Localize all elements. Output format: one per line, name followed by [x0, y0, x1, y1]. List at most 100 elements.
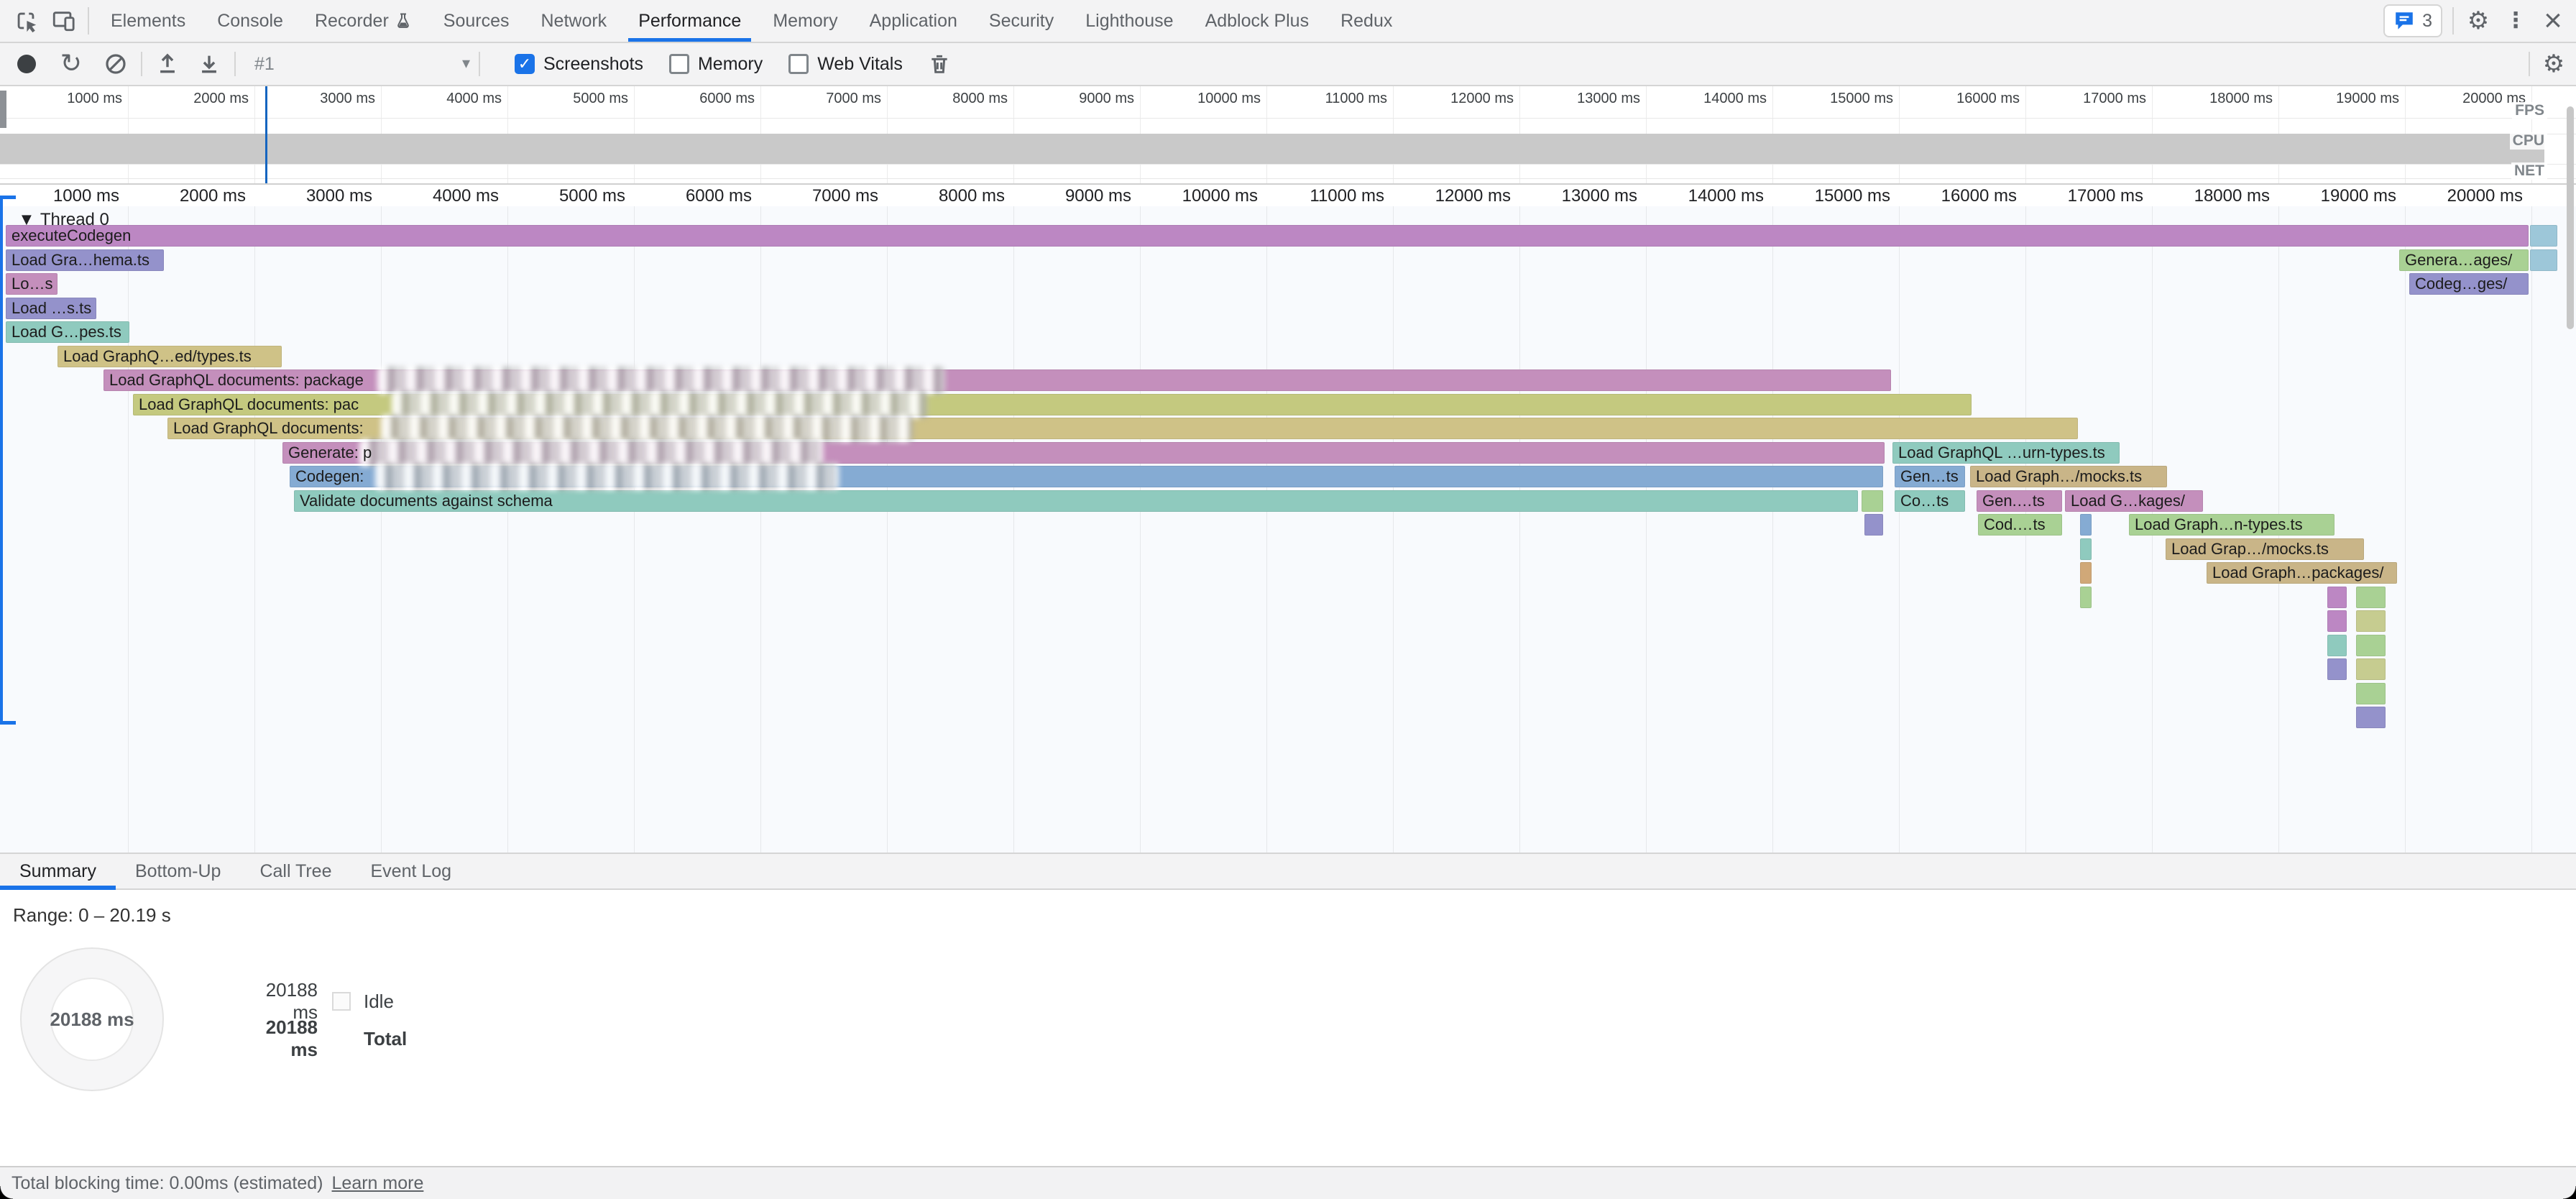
chevron-down-icon: ▾ [462, 56, 470, 72]
flame-bar-label: Load GraphQL documents: pac [139, 395, 359, 414]
flame-bar-label: Cod.…ts [1984, 515, 2046, 534]
checkbox-box-screenshots[interactable]: ✓ [515, 54, 535, 74]
flame-chart[interactable]: ▼ Thread 0 executeCodegenLoad Gra…hema.t… [0, 206, 2576, 853]
flame-gridline [1899, 206, 1900, 853]
record-button[interactable] [10, 47, 43, 81]
flame-bar-load-graphql-documents[interactable]: Load GraphQL documents: [167, 418, 2078, 439]
flame-bar-load-graph-mocks-ts[interactable]: Load Graph…/mocks.ts [1970, 466, 2167, 487]
flame-bar-load-gra-hema-ts[interactable]: Load Gra…hema.ts [6, 249, 164, 271]
flame-bar-label: executeCodegen [12, 226, 131, 245]
tab-console[interactable]: Console [201, 0, 299, 42]
flame-bar[interactable] [1864, 514, 1883, 536]
flame-bar[interactable] [2356, 707, 2386, 728]
flame-bar[interactable] [2356, 683, 2386, 704]
flame-bar[interactable] [2356, 587, 2386, 608]
flame-selection-bracket [0, 196, 3, 725]
tab-memory[interactable]: Memory [757, 0, 853, 42]
flame-bar-load-s-ts[interactable]: Load …s.ts [6, 298, 96, 319]
flame-bar-load-graphql-urn-types-ts[interactable]: Load GraphQL …urn-types.ts [1892, 442, 2120, 464]
checkbox-box-memory[interactable] [669, 54, 689, 74]
inspect-element-icon[interactable] [7, 0, 45, 42]
flame-bar-codegen[interactable]: Codegen: [290, 466, 1883, 487]
reload-and-record-icon[interactable]: ↻ [55, 47, 88, 81]
flame-bar[interactable] [2356, 635, 2386, 656]
flame-bar[interactable] [2356, 658, 2386, 680]
checkbox-memory[interactable]: Memory [669, 54, 763, 75]
flame-bar-validate-documents-against-schema[interactable]: Validate documents against schema [294, 490, 1858, 512]
tab-adblock-plus[interactable]: Adblock Plus [1190, 0, 1325, 42]
tab-label: Recorder [315, 11, 389, 32]
issues-counter[interactable]: 3 [2383, 4, 2442, 37]
overview-playhead[interactable] [265, 86, 267, 183]
tab-recorder[interactable]: Recorder [299, 0, 428, 42]
kebab-menu-icon[interactable]: ⋮ [2497, 0, 2534, 42]
detail-tab-summary[interactable]: Summary [0, 854, 116, 888]
flame-bar[interactable] [2080, 587, 2092, 608]
vertical-scrollbar-thumb[interactable] [2567, 106, 2574, 329]
flame-bar-load-grap-mocks-ts[interactable]: Load Grap…/mocks.ts [2166, 538, 2364, 560]
flame-bar-gen-ts[interactable]: Gen.…ts [1977, 490, 2062, 512]
flame-bar-load-graph-n-types-ts[interactable]: Load Graph…n-types.ts [2129, 514, 2334, 536]
flame-bar-label: Load Grap…/mocks.ts [2171, 540, 2329, 559]
flame-bar-load-graphq-ed-types-ts[interactable]: Load GraphQ…ed/types.ts [58, 346, 282, 367]
flame-bar[interactable] [2080, 514, 2092, 536]
tab-elements[interactable]: Elements [95, 0, 201, 42]
flame-bar-lo-s[interactable]: Lo…s [6, 273, 58, 295]
flame-bar-load-g-pes-ts[interactable]: Load G…pes.ts [6, 321, 129, 343]
toolbar-divider [88, 7, 89, 35]
flame-bar-load-graph-packages[interactable]: Load Graph…packages/ [2207, 562, 2397, 584]
flame-bar[interactable] [2327, 587, 2347, 608]
overview-window-grip[interactable] [0, 91, 6, 128]
garbage-collect-icon[interactable] [923, 47, 956, 81]
flame-bar-co-ts[interactable]: Co…ts [1895, 490, 1965, 512]
tab-label: Network [541, 11, 607, 32]
flame-bar-genera-ages[interactable]: Genera…ages/ [2399, 249, 2529, 271]
flame-bar[interactable] [2530, 225, 2557, 247]
flame-bar-generate-p[interactable]: Generate: p [282, 442, 1885, 464]
flame-bar-codeg-ges[interactable]: Codeg…ges/ [2409, 273, 2529, 295]
tab-network[interactable]: Network [525, 0, 623, 42]
close-devtools-icon[interactable]: × [2534, 0, 2572, 42]
capture-settings-gear-icon[interactable]: ⚙ [2537, 47, 2570, 81]
history-dropdown[interactable]: #1 ▾ [254, 54, 470, 75]
checkbox-screenshots[interactable]: ✓Screenshots [515, 54, 643, 75]
tab-application[interactable]: Application [854, 0, 973, 42]
learn-more-link[interactable]: Learn more [332, 1173, 424, 1194]
flame-bar[interactable] [1862, 490, 1883, 512]
detail-tab-event-log[interactable]: Event Log [351, 854, 472, 888]
save-profile-icon[interactable] [193, 47, 226, 81]
flame-gridline [634, 206, 635, 853]
flame-bar[interactable] [2327, 635, 2347, 656]
flame-bar[interactable] [2080, 538, 2092, 560]
flame-bar-cod-ts[interactable]: Cod.…ts [1978, 514, 2062, 536]
flame-bar-load-graphql-documents-pac[interactable]: Load GraphQL documents: pac [133, 394, 1972, 415]
tab-redux[interactable]: Redux [1325, 0, 1408, 42]
detail-tab-call-tree[interactable]: Call Tree [240, 854, 351, 888]
clear-recordings-icon[interactable] [99, 47, 132, 81]
device-toolbar-icon[interactable] [45, 0, 82, 42]
flame-bar-load-g-kages[interactable]: Load G…kages/ [2065, 490, 2203, 512]
load-profile-icon[interactable] [151, 47, 184, 81]
flame-bar-executecodegen[interactable]: executeCodegen [6, 225, 2529, 247]
flame-bar[interactable] [2530, 249, 2557, 271]
timeline-overview[interactable]: 1000 ms2000 ms3000 ms4000 ms5000 ms6000 … [0, 86, 2576, 185]
tab-lighthouse[interactable]: Lighthouse [1070, 0, 1189, 42]
tab-label: Memory [773, 11, 837, 32]
flame-bar[interactable] [2327, 610, 2347, 632]
tab-performance[interactable]: Performance [622, 0, 757, 42]
lane-label-cpu: CPU [2510, 132, 2547, 150]
flame-bar[interactable] [2356, 610, 2386, 632]
lane-label-fps: FPS [2512, 102, 2547, 119]
tab-sources[interactable]: Sources [428, 0, 525, 42]
flame-bar[interactable] [2080, 562, 2092, 584]
flame-gridline [887, 206, 888, 853]
checkbox-web-vitals[interactable]: Web Vitals [788, 54, 903, 75]
redacted-text [381, 415, 913, 442]
detail-tab-bottom-up[interactable]: Bottom-Up [116, 854, 240, 888]
flame-bar-load-graphql-documents-package[interactable]: Load GraphQL documents: package [104, 369, 1891, 391]
checkbox-box-web-vitals[interactable] [788, 54, 809, 74]
settings-gear-icon[interactable]: ⚙ [2460, 0, 2497, 42]
flame-bar[interactable] [2327, 658, 2347, 680]
tab-security[interactable]: Security [973, 0, 1070, 42]
flame-bar-gen-ts[interactable]: Gen…ts [1895, 466, 1965, 487]
